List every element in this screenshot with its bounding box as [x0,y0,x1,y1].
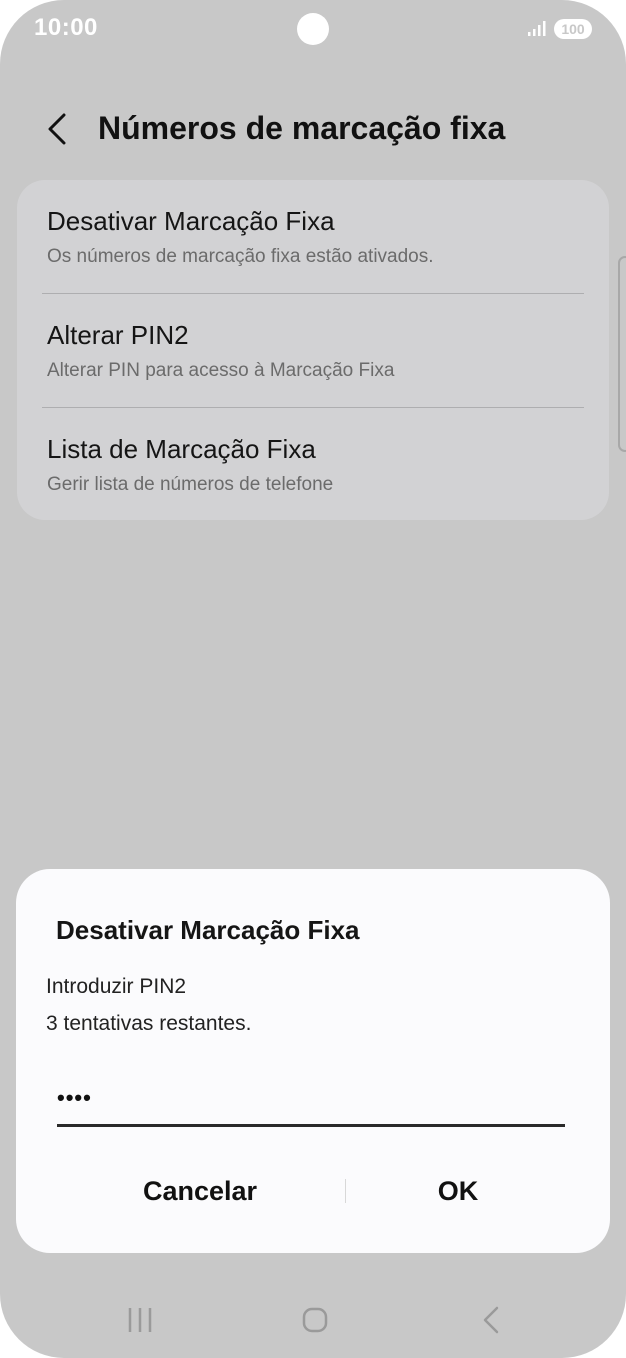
settings-item-subtitle: Gerir lista de números de telefone [47,474,334,495]
navigation-bar [0,1290,626,1350]
cancel-button[interactable]: Cancelar [70,1159,330,1223]
recent-apps-icon[interactable] [127,1306,153,1334]
edge-panel-handle[interactable] [618,256,626,452]
settings-item-subtitle: Alterar PIN para acesso à Marcação Fixa [47,360,395,381]
pin2-input[interactable]: •••• [57,1079,565,1127]
phone-screen: 10:00 100 Números de marcação fixa Desat… [0,0,626,1358]
dialog-title: Desativar Marcação Fixa [56,915,360,945]
status-time: 10:00 [34,14,98,41]
signal-icon [528,21,546,36]
status-bar: 10:00 100 [0,0,626,60]
home-icon[interactable] [302,1307,328,1333]
settings-item-change-pin2[interactable]: Alterar PIN2 Alterar PIN para acesso à M… [17,294,609,407]
page-title: Números de marcação fixa [98,110,506,146]
camera-cutout [297,13,329,45]
attempts-remaining: 3 tentativas restantes. [46,1012,252,1035]
settings-item-title: Lista de Marcação Fixa [47,434,316,464]
settings-item-fdn-list[interactable]: Lista de Marcação Fixa Gerir lista de nú… [17,408,609,521]
app-header: Números de marcação fixa [0,100,626,160]
settings-list: Desativar Marcação Fixa Os números de ma… [17,180,609,520]
pin2-dialog: Desativar Marcação Fixa Introduzir PIN2 … [16,869,610,1253]
battery-icon: 100 [554,19,592,39]
battery-level: 100 [561,21,585,37]
settings-item-title: Alterar PIN2 [47,320,189,350]
settings-item-title: Desativar Marcação Fixa [47,206,335,236]
back-icon[interactable] [482,1306,500,1334]
pin2-value: •••• [57,1085,92,1110]
settings-item-disable-fdn[interactable]: Desativar Marcação Fixa Os números de ma… [17,180,609,293]
dialog-message: Introduzir PIN2 [46,975,187,998]
chevron-left-icon[interactable] [44,112,72,146]
settings-item-subtitle: Os números de marcação fixa estão ativad… [47,246,434,267]
ok-button[interactable]: OK [328,1159,588,1223]
